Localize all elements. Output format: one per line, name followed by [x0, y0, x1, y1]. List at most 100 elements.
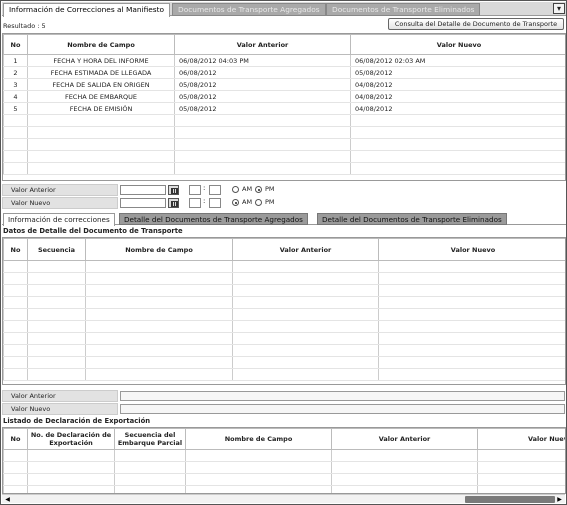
top-tab-bar: Información de Correcciones al Manifiest…	[2, 2, 566, 17]
column-header-secuencia-embarque[interactable]: Secuencia del Embarque Parcial	[114, 428, 186, 450]
am-label: AM	[242, 198, 253, 206]
cell-no: 4	[3, 90, 28, 103]
pm-label: PM	[265, 185, 275, 193]
valor-anterior-am-radio[interactable]	[232, 186, 239, 193]
column-header-valor-anterior[interactable]: Valor Anterior	[174, 34, 351, 55]
result-count: Resultado : 5	[3, 22, 46, 30]
arrow-right-icon[interactable]: ▶	[555, 495, 564, 504]
cell-valor-anterior: 05/08/2012	[174, 102, 351, 115]
column-header-valor-nuevo[interactable]: Valor Nuevo	[350, 34, 565, 55]
valor-anterior-label: Valor Anterior	[2, 184, 118, 196]
cell-valor-nuevo: 04/08/2012	[350, 90, 565, 103]
cell-valor-anterior: 05/08/2012	[174, 78, 351, 91]
table-row[interactable]: 1 FECHA Y HORA DEL INFORME 06/08/2012 04…	[3, 54, 565, 67]
empty-row	[3, 260, 565, 273]
empty-row	[3, 308, 565, 321]
tab-documentos-eliminados[interactable]: Documentos de Transporte Eliminados	[326, 3, 481, 16]
column-header-valor-anterior[interactable]: Valor Anterior	[232, 238, 379, 261]
table-row[interactable]: 3 FECHA DE SALIDA EN ORIGEN 05/08/2012 0…	[3, 78, 565, 91]
pm-label: PM	[265, 198, 275, 206]
horizontal-scrollbar[interactable]: ◀ ▶	[2, 494, 565, 503]
column-header-valor-anterior[interactable]: Valor Anterior	[331, 428, 478, 450]
column-header-nombre-campo[interactable]: Nombre de Campo	[185, 428, 332, 450]
corrections-grid: No Nombre de Campo Valor Anterior Valor …	[2, 33, 566, 181]
cell-no: 3	[3, 78, 28, 91]
cell-valor-nuevo: 06/08/2012 02:03 AM	[350, 54, 565, 67]
cell-nombre-campo: FECHA Y HORA DEL INFORME	[27, 54, 175, 67]
detail-valor-anterior-field[interactable]	[120, 391, 565, 401]
cell-no: 5	[3, 102, 28, 115]
cell-no: 1	[3, 54, 28, 67]
column-header-no[interactable]: No	[3, 428, 28, 450]
cell-valor-anterior: 06/08/2012	[174, 66, 351, 79]
valor-nuevo-minute-input[interactable]	[209, 198, 221, 208]
am-label: AM	[242, 185, 253, 193]
empty-row	[3, 461, 565, 474]
calendar-icon[interactable]	[168, 198, 179, 208]
empty-row	[3, 126, 565, 139]
valor-nuevo-row: Valor Nuevo : AM PM	[2, 197, 566, 209]
time-separator: :	[203, 197, 206, 205]
empty-row	[3, 150, 565, 163]
valor-anterior-hour-input[interactable]	[189, 185, 201, 195]
detail-valor-nuevo-label: Valor Nuevo	[2, 403, 118, 415]
arrow-left-icon[interactable]: ◀	[3, 495, 12, 504]
section-title-detalle: Datos de Detalle del Documento de Transp…	[3, 227, 183, 235]
valor-nuevo-label: Valor Nuevo	[2, 197, 118, 209]
valor-anterior-minute-input[interactable]	[209, 185, 221, 195]
empty-row	[3, 272, 565, 285]
column-header-no[interactable]: No	[3, 238, 28, 261]
cell-no: 2	[3, 66, 28, 79]
table-row[interactable]: 5 FECHA DE EMISIÓN 05/08/2012 04/08/2012	[3, 102, 565, 115]
detail-valor-nuevo-field[interactable]	[120, 404, 565, 414]
table-row[interactable]: 4 FECHA DE EMBARQUE 05/08/2012 04/08/201…	[3, 90, 565, 103]
column-header-nombre-campo[interactable]: Nombre de Campo	[85, 238, 233, 261]
valor-nuevo-date-input[interactable]	[120, 198, 166, 208]
scrollbar-thumb[interactable]	[465, 496, 555, 503]
empty-row	[3, 320, 565, 333]
empty-row	[3, 368, 565, 381]
cell-nombre-campo: FECHA DE EMBARQUE	[27, 90, 175, 103]
export-declaration-grid: No No. de Declaración de Exportación Sec…	[2, 427, 566, 494]
cell-valor-anterior: 06/08/2012 04:03 PM	[174, 54, 351, 67]
tab-detalle-agregados[interactable]: Detalle del Documentos de Transporte Agr…	[119, 213, 308, 225]
column-header-secuencia[interactable]: Secuencia	[27, 238, 86, 261]
valor-nuevo-hour-input[interactable]	[189, 198, 201, 208]
empty-row	[3, 344, 565, 357]
column-header-valor-nuevo[interactable]: Valor Nuevo	[378, 238, 565, 261]
cell-valor-anterior: 05/08/2012	[174, 90, 351, 103]
cell-nombre-campo: FECHA ESTIMADA DE LLEGADA	[27, 66, 175, 79]
consulta-detalle-button[interactable]: Consulta del Detalle de Documento de Tra…	[388, 18, 564, 30]
cell-valor-nuevo: 04/08/2012	[350, 102, 565, 115]
valor-anterior-pm-radio[interactable]	[255, 186, 262, 193]
tab-informacion-correcciones[interactable]: Información de Correcciones al Manifiest…	[3, 3, 171, 17]
column-header-nombre-campo[interactable]: Nombre de Campo	[27, 34, 175, 55]
column-header-valor-nuevo[interactable]: Valor Nuev	[477, 428, 565, 450]
empty-row	[3, 485, 565, 493]
valor-nuevo-pm-radio[interactable]	[255, 199, 262, 206]
empty-row	[3, 473, 565, 486]
main-window: Información de Correcciones al Manifiest…	[0, 0, 567, 505]
chevron-down-icon[interactable]: ▾	[553, 3, 565, 14]
calendar-icon[interactable]	[168, 185, 179, 195]
column-header-no[interactable]: No	[3, 34, 28, 55]
valor-anterior-date-input[interactable]	[120, 185, 166, 195]
cell-valor-nuevo: 04/08/2012	[350, 78, 565, 91]
valor-nuevo-am-radio[interactable]	[232, 199, 239, 206]
detail-tab-bar: Información de correcciones Detalle del …	[2, 212, 566, 226]
empty-row	[3, 162, 565, 175]
tab-detalle-eliminados[interactable]: Detalle del Documentos de Transporte Eli…	[317, 213, 507, 225]
column-header-no-declaracion[interactable]: No. de Declaración de Exportación	[27, 428, 115, 450]
tab-informacion-de-correcciones[interactable]: Información de correcciones	[3, 213, 115, 226]
detail-valor-anterior-row: Valor Anterior	[2, 390, 566, 402]
table-row[interactable]: 2 FECHA ESTIMADA DE LLEGADA 06/08/2012 0…	[3, 66, 565, 79]
tab-documentos-agregados[interactable]: Documentos de Transporte Agregados	[172, 3, 326, 16]
detail-valor-anterior-label: Valor Anterior	[2, 390, 118, 402]
empty-row	[3, 449, 565, 462]
empty-row	[3, 296, 565, 309]
detail-grid: No Secuencia Nombre de Campo Valor Anter…	[2, 237, 566, 385]
time-separator: :	[203, 184, 206, 192]
cell-valor-nuevo: 05/08/2012	[350, 66, 565, 79]
cell-nombre-campo: FECHA DE SALIDA EN ORIGEN	[27, 78, 175, 91]
empty-row	[3, 114, 565, 127]
